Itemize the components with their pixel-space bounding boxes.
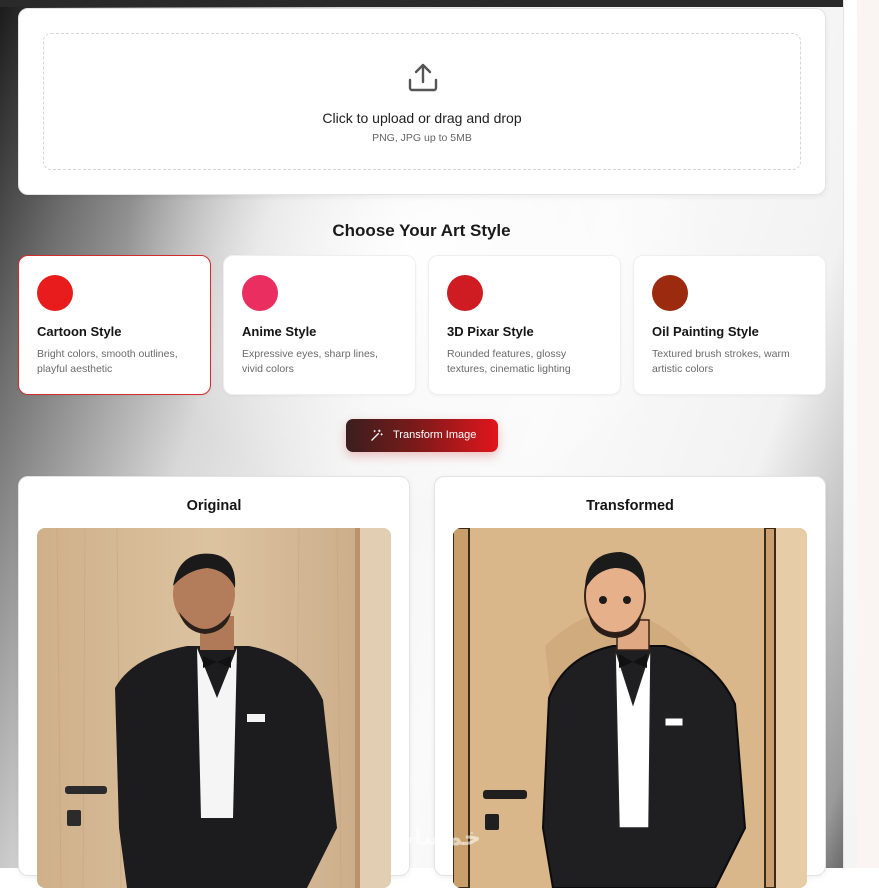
style-name: Anime Style [242, 324, 317, 339]
cartoon-swatch-icon [37, 275, 73, 311]
upload-file-hint: PNG, JPG up to 5MB [372, 132, 472, 144]
style-description: Textured brush strokes, warm artistic co… [652, 348, 790, 375]
transform-label: Transform Image [393, 429, 477, 441]
watermark-logo: خمسات [390, 824, 481, 851]
original-photo [37, 528, 391, 888]
scrollbar[interactable] [843, 0, 857, 868]
style-description: Rounded features, glossy textures, cinem… [447, 348, 571, 375]
magic-wand-icon [371, 429, 383, 441]
pixar-swatch-icon [447, 275, 483, 311]
style-name: Cartoon Style [37, 324, 122, 339]
style-description: Bright colors, smooth outlines, playful … [37, 348, 178, 375]
style-card-3d-pixar[interactable]: 3D Pixar Style Rounded features, glossy … [428, 255, 621, 395]
transformed-panel: Transformed [434, 476, 826, 888]
original-panel: Original [18, 476, 410, 888]
style-name: 3D Pixar Style [447, 324, 534, 339]
upload-title: Click to upload or drag and drop [322, 110, 522, 126]
style-name: Oil Painting Style [652, 324, 759, 339]
transformed-title: Transformed [586, 498, 674, 514]
upload-card: Click to upload or drag and drop PNG, JP… [18, 8, 826, 195]
original-title: Original [186, 498, 242, 514]
anime-swatch-icon [242, 275, 278, 311]
transformed-photo [453, 528, 807, 888]
style-card-oil-painting[interactable]: Oil Painting Style Textured brush stroke… [633, 255, 826, 395]
top-strip [0, 0, 843, 7]
style-card-anime[interactable]: Anime Style Expressive eyes, sharp lines… [223, 255, 416, 395]
upload-icon [408, 63, 438, 92]
oil-painting-swatch-icon [652, 275, 688, 311]
transform-image-button[interactable]: Transform Image [346, 419, 498, 452]
style-description: Expressive eyes, sharp lines, vivid colo… [242, 348, 378, 375]
upload-dropzone[interactable]: Click to upload or drag and drop PNG, JP… [43, 33, 801, 170]
side-panel-edge [857, 0, 879, 868]
art-style-heading: Choose Your Art Style [332, 221, 511, 240]
style-card-cartoon[interactable]: Cartoon Style Bright colors, smooth outl… [18, 255, 211, 395]
